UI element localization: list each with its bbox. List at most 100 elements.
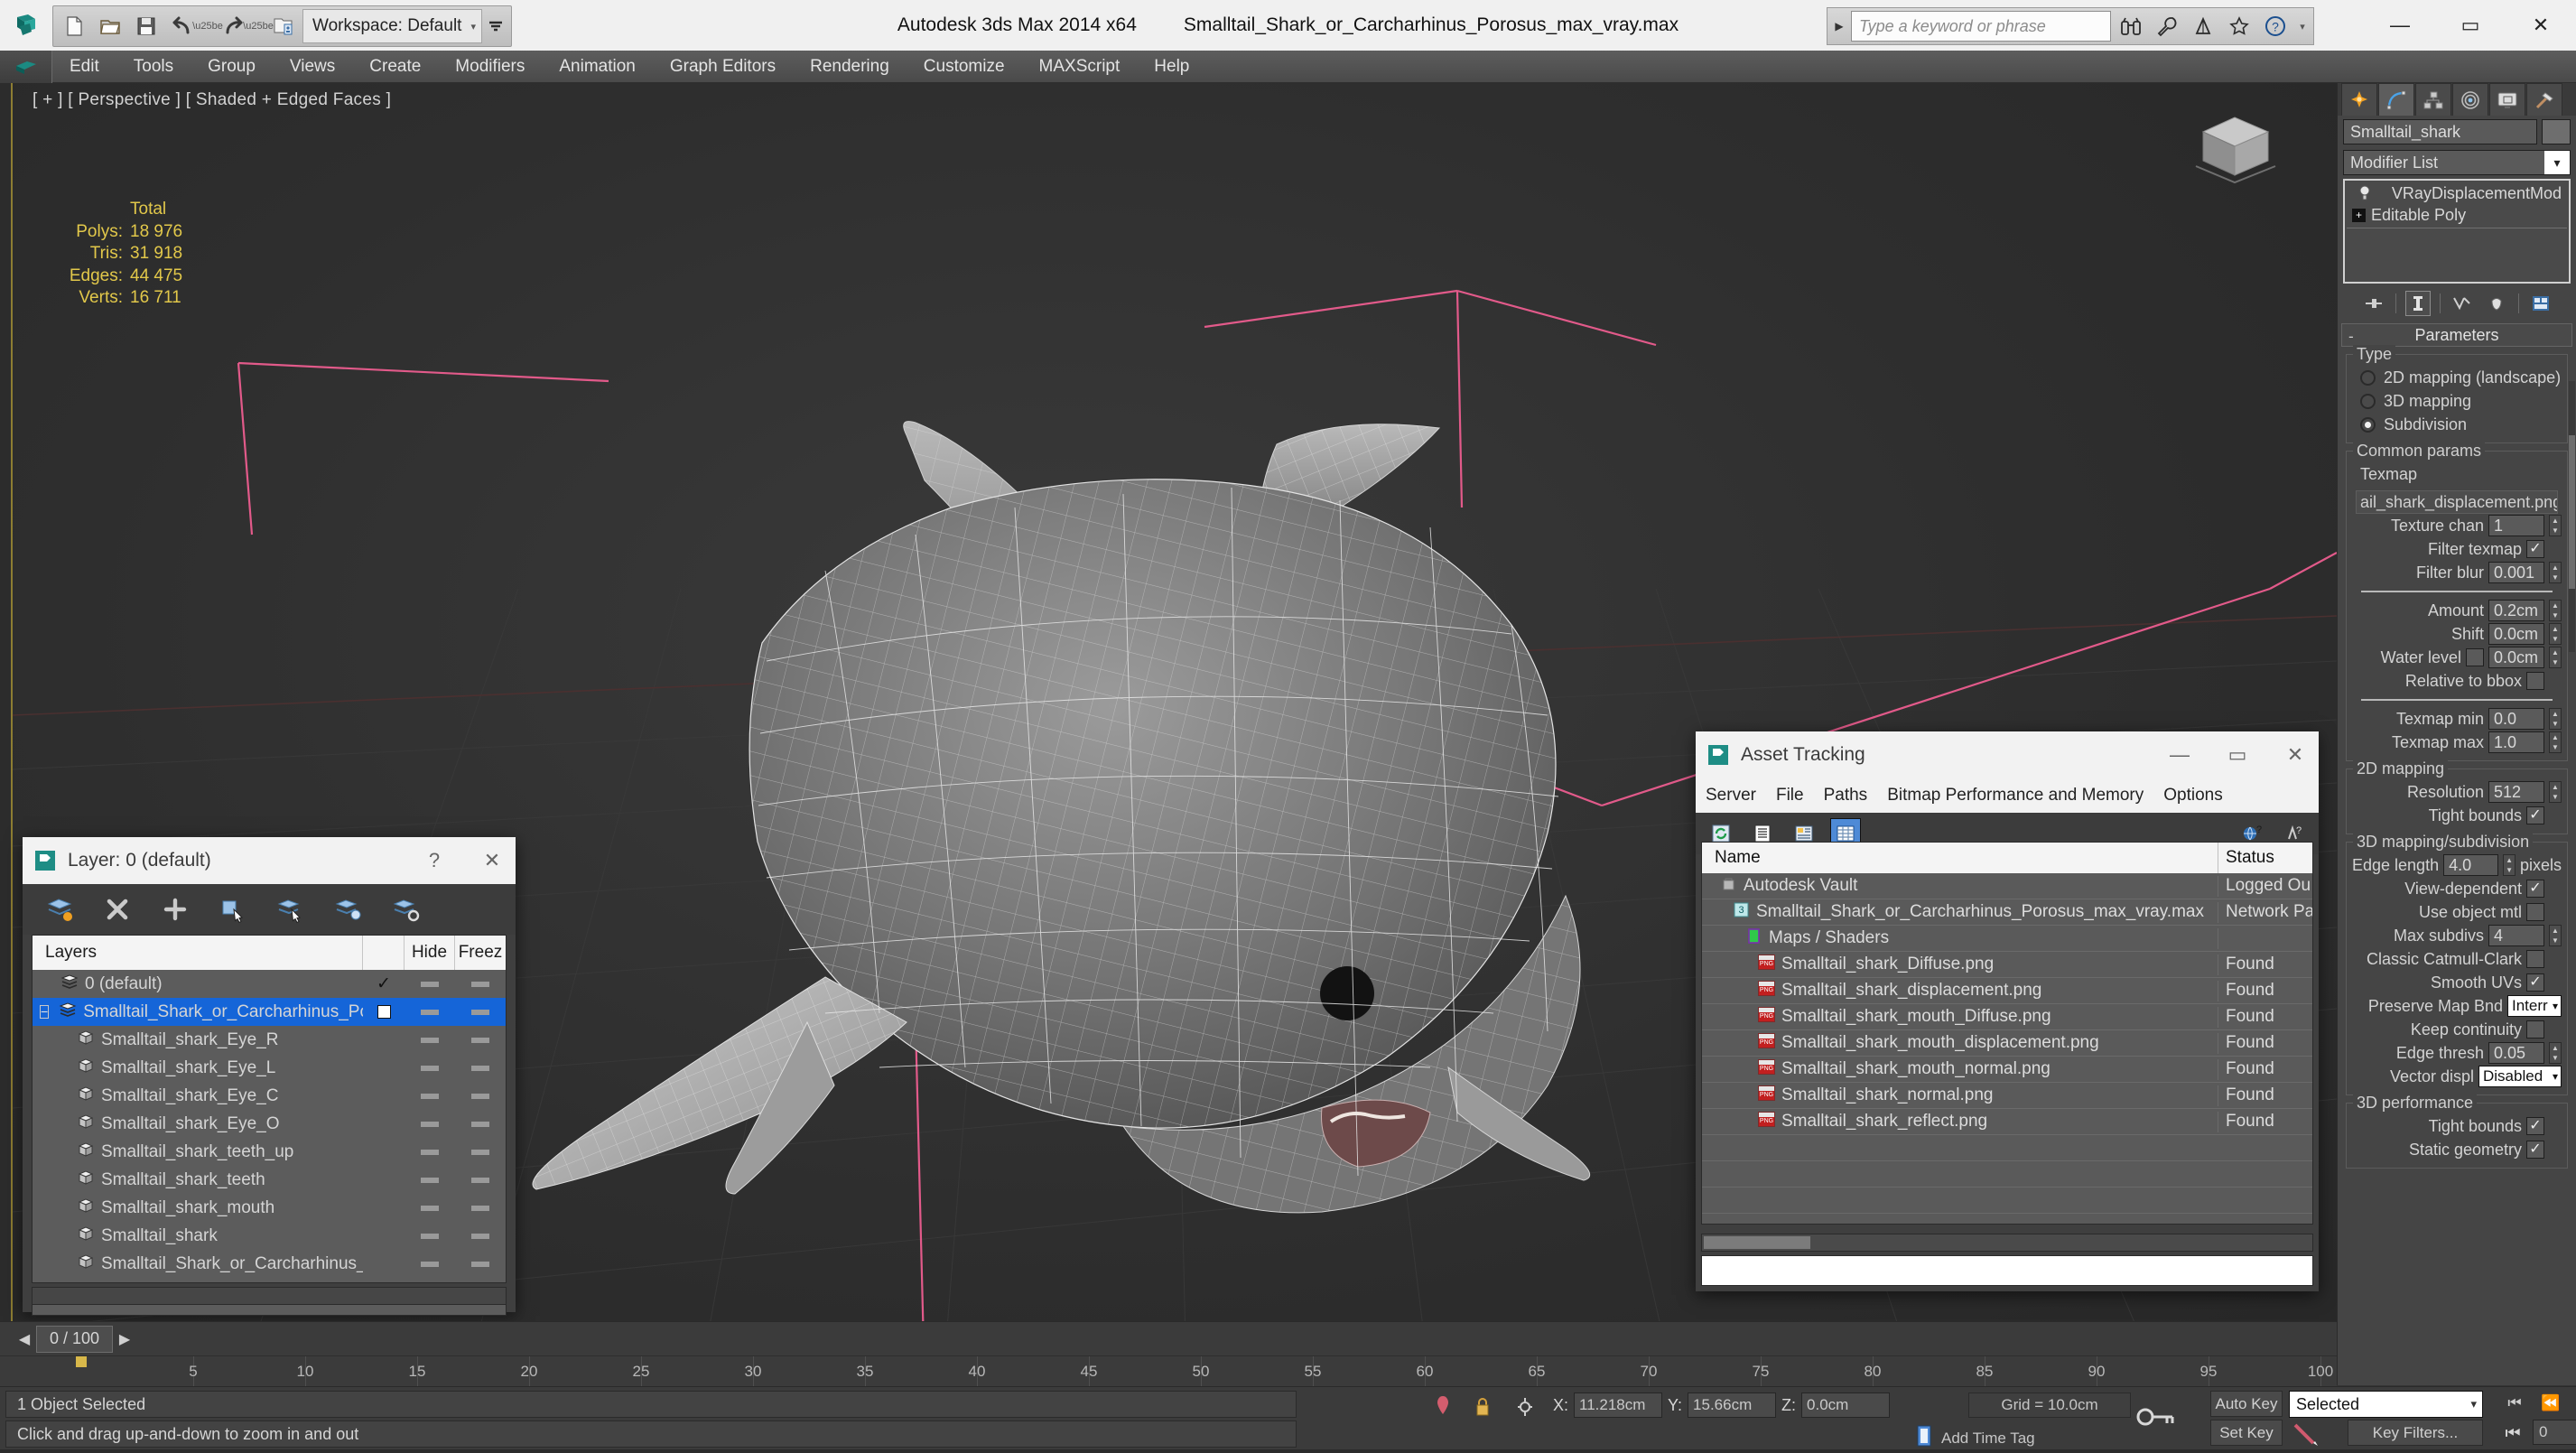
command-panel-scrollbar[interactable] — [2569, 381, 2575, 652]
asset-row-name-cell[interactable]: 3 Smalltail_Shark_or_Carcharhinus_Porosus… — [1702, 901, 2218, 923]
filter-texmap-checkbox[interactable]: ✓ — [2526, 540, 2544, 558]
layer-row-name-cell[interactable]: Smalltail_shark_Eye_C — [33, 1085, 363, 1107]
help-circle-icon[interactable]: ? — [2259, 11, 2292, 42]
time-next-arrow[interactable]: ▶ — [113, 1326, 136, 1353]
layer-row-name-cell[interactable]: Smalltail_shark_teeth — [33, 1169, 363, 1191]
layer-hide-cell[interactable] — [405, 1177, 455, 1183]
asset-row-name-cell[interactable]: Smalltail_shark_reflect.png — [1702, 1111, 2218, 1132]
tight-bounds-2d-checkbox[interactable]: ✓ — [2526, 806, 2544, 824]
layer-hide-cell[interactable] — [405, 1149, 455, 1155]
smooth-uvs-checkbox[interactable]: ✓ — [2526, 973, 2544, 992]
layer-hide-cell[interactable] — [405, 1261, 455, 1267]
layer-freeze-cell[interactable] — [455, 1177, 506, 1183]
edge-length-input[interactable]: 4.0 — [2443, 854, 2499, 876]
layer-hide-cell[interactable] — [405, 1233, 455, 1239]
resolution-spinner[interactable]: ▲ ▼ — [2549, 781, 2562, 803]
edge-thresh-spinner[interactable]: ▲ ▼ — [2549, 1042, 2562, 1064]
layer-properties-icon[interactable] — [389, 892, 423, 927]
asset-row[interactable]: Maps / Shaders — [1702, 926, 2312, 952]
radio-icon-subdivision[interactable] — [2360, 416, 2376, 433]
parameters-rollout-header[interactable]: - Parameters — [2341, 323, 2572, 347]
key-mode-icon[interactable] — [2131, 1394, 2181, 1445]
goto-start-button[interactable]: ⏮ — [2501, 1391, 2528, 1416]
undo-dropdown-icon[interactable]: \u25be — [192, 9, 223, 43]
layer-hide-cell[interactable] — [405, 1065, 455, 1071]
relative-bbox-checkbox[interactable] — [2526, 672, 2544, 690]
minimize-button[interactable]: — — [2365, 0, 2435, 51]
tight-bounds-perf-checkbox[interactable]: ✓ — [2526, 1117, 2544, 1135]
layer-row-name-cell[interactable]: Smalltail_shark_Eye_L — [33, 1057, 363, 1079]
menu-views[interactable]: Views — [273, 51, 352, 83]
layer-row-name-cell[interactable]: Smalltail_shark_Eye_R — [33, 1029, 363, 1051]
texture-chan-spinner[interactable]: ▲ ▼ — [2549, 515, 2562, 536]
layer-freeze-cell[interactable] — [455, 981, 506, 987]
absolute-mode-icon[interactable] — [1515, 1395, 1535, 1424]
layer-hide-cell[interactable] — [405, 1009, 455, 1015]
asset-row[interactable]: Autodesk Vault Logged Ou — [1702, 873, 2312, 899]
layer-row[interactable]: − Smalltail_Shark_or_Carcharhinus_Porosus — [33, 998, 506, 1026]
edge-length-spinner[interactable]: ▲ ▼ — [2503, 854, 2516, 876]
pin-icon[interactable] — [1436, 1394, 1450, 1425]
add-layer-icon[interactable] — [158, 892, 192, 927]
layer-current-cell[interactable]: ✓ — [363, 973, 405, 994]
modifier-list-dropdown[interactable]: Modifier List ▾ — [2343, 150, 2571, 175]
close-button[interactable]: ✕ — [2506, 0, 2576, 51]
select-objects-icon[interactable] — [216, 892, 250, 927]
catmull-clark-checkbox[interactable] — [2526, 950, 2544, 968]
chevron-down-icon[interactable]: ▾ — [2553, 1000, 2561, 1012]
layer-freeze-cell[interactable] — [455, 1093, 506, 1099]
layer-row[interactable]: Smalltail_shark — [33, 1222, 506, 1250]
layer-hide-cell[interactable] — [405, 1093, 455, 1099]
menu-animation[interactable]: Animation — [542, 51, 653, 83]
asset-menu-server[interactable]: Server — [1696, 778, 1766, 813]
layer-hide-cell[interactable] — [405, 981, 455, 987]
modifier-stack-item-editablepoly[interactable]: + Editable Poly — [2347, 204, 2567, 226]
key-mode-toggle-icon[interactable]: ⏮ — [2499, 1421, 2526, 1447]
workspace-selector[interactable]: Workspace: Default ▾ — [302, 9, 482, 43]
menu-tools[interactable]: Tools — [116, 51, 191, 83]
asset-row-name-cell[interactable]: Smalltail_shark_Diffuse.png — [1702, 954, 2218, 975]
set-key-pen-icon[interactable] — [2292, 1421, 2322, 1452]
lock-icon[interactable] — [1474, 1395, 1492, 1424]
chevron-down-icon[interactable]: ▾ — [2470, 1397, 2482, 1411]
layer-current-cell[interactable] — [363, 1005, 405, 1019]
layer-freeze-cell[interactable] — [455, 1009, 506, 1015]
coord-y-input[interactable]: 15.66cm — [1688, 1392, 1777, 1418]
asset-tracking-dialog[interactable]: Asset Tracking — ▭ ✕ Server File Paths B… — [1696, 731, 2319, 1291]
layer-close-button[interactable]: ✕ — [469, 837, 516, 884]
radio-icon-2d[interactable] — [2360, 369, 2376, 386]
layer-row-name-cell[interactable]: 0 (default) — [33, 973, 363, 995]
pin-stack-icon[interactable] — [2361, 291, 2386, 316]
asset-maximize-button[interactable]: ▭ — [2214, 731, 2261, 778]
redo-dropdown-icon[interactable]: \u25be — [243, 9, 274, 43]
open-file-icon[interactable] — [93, 9, 127, 43]
rollout-collapse-icon[interactable]: - — [2348, 328, 2354, 346]
texmap-max-input[interactable]: 1.0 — [2488, 731, 2544, 753]
create-tab[interactable] — [2341, 83, 2377, 116]
layer-row[interactable]: Smalltail_shark_teeth — [33, 1166, 506, 1194]
menu-edit[interactable]: Edit — [52, 51, 116, 83]
layer-row[interactable]: Smalltail_shark_Eye_R — [33, 1026, 506, 1054]
utilities-tab[interactable] — [2526, 83, 2562, 116]
max-subdivs-spinner[interactable]: ▲ ▼ — [2549, 925, 2562, 946]
menu-rendering[interactable]: Rendering — [793, 51, 907, 83]
object-color-swatch[interactable] — [2542, 119, 2571, 144]
layer-expander-icon[interactable]: − — [40, 1005, 50, 1019]
layer-row-name-cell[interactable]: Smalltail_Shark_or_Carcharhinus_Porosus — [33, 1253, 363, 1275]
shift-input[interactable]: 0.0cm — [2488, 623, 2544, 645]
layer-row-name-cell[interactable]: Smalltail_shark_mouth — [33, 1197, 363, 1219]
time-slider[interactable]: ◀ 0 / 100 ▶ — [0, 1321, 2337, 1355]
track-bar-cursor[interactable] — [76, 1356, 87, 1367]
new-layer-icon[interactable] — [42, 892, 77, 927]
selection-filter-dropdown[interactable]: Selected ▾ — [2289, 1391, 2483, 1418]
qat-overflow-icon[interactable] — [484, 9, 507, 43]
infocenter-expand-icon[interactable]: ▶ — [1831, 11, 1847, 42]
asset-row[interactable]: 3 Smalltail_Shark_or_Carcharhinus_Porosus… — [1702, 899, 2312, 926]
asset-row[interactable]: Smalltail_shark_mouth_Diffuse.png Found — [1702, 1004, 2312, 1030]
filter-blur-input[interactable]: 0.001 — [2488, 562, 2544, 583]
asset-row-name-cell[interactable]: Smalltail_shark_normal.png — [1702, 1085, 2218, 1106]
set-project-folder-icon[interactable] — [266, 9, 301, 43]
layer-horizontal-scrollbar[interactable] — [32, 1287, 507, 1305]
show-end-result-icon[interactable] — [2404, 291, 2431, 316]
maximize-button[interactable]: ▭ — [2435, 0, 2506, 51]
